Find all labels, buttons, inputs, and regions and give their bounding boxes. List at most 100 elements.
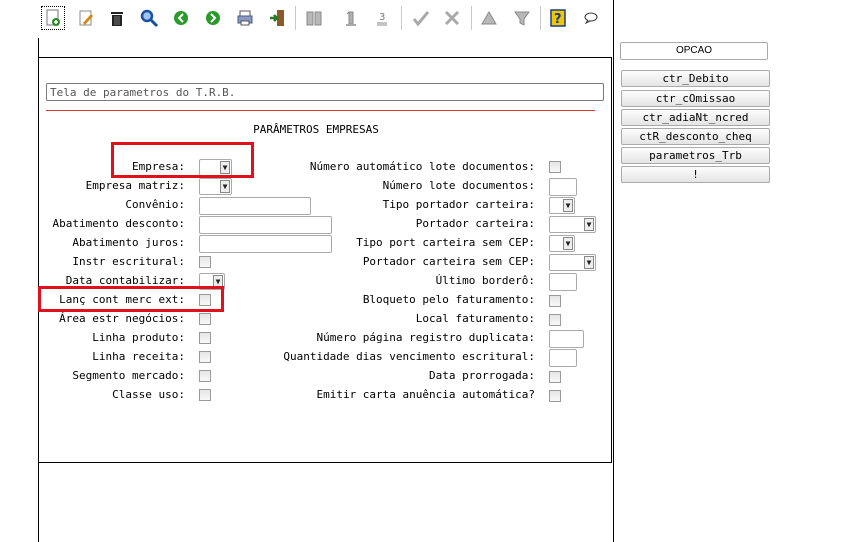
label-tipo-port-carteira-sem-cep: Tipo port carteira sem CEP: (356, 236, 535, 249)
data-prorrogada-checkbox[interactable] (549, 371, 561, 383)
option-ctr-debito-button[interactable]: ctr_Debito (621, 70, 770, 87)
emitir-carta-anuencia-checkbox[interactable] (549, 390, 561, 402)
linha-receita-checkbox[interactable] (199, 351, 211, 363)
segmento-mercado-checkbox[interactable] (199, 370, 211, 382)
help-button[interactable]: ? (546, 6, 570, 30)
toolbar-separator (471, 6, 472, 30)
edit-button[interactable] (74, 6, 98, 30)
label-convenio: Convênio: (125, 198, 185, 211)
label-segmento-mercado: Segmento mercado: (72, 369, 185, 382)
label-tipo-portador-carteira: Tipo portador carteira: (382, 198, 535, 211)
back-button[interactable] (169, 6, 193, 30)
label-data-prorrogada: Data prorrogada: (429, 369, 535, 382)
exit-icon (270, 10, 284, 26)
edit-icon (79, 10, 93, 26)
portador-carteira-combo[interactable]: ▼ (549, 216, 596, 233)
empresa-matriz-combo[interactable]: ▼ (199, 178, 232, 195)
label-portador-carteira: Portador carteira: (415, 217, 535, 230)
numero-automatico-lote-checkbox[interactable] (549, 161, 561, 173)
label-quantidade-dias-vencimento: Quantidade dias vencimento escritural: (283, 350, 535, 363)
classe-uso-checkbox[interactable] (199, 389, 211, 401)
highlight-empresa (111, 142, 254, 178)
ultimo-bordero-field[interactable] (549, 273, 577, 291)
title-divider (46, 110, 595, 111)
first-button[interactable] (339, 6, 363, 30)
label-empresa-matriz: Empresa matriz: (85, 179, 185, 192)
numero-lote-field[interactable] (549, 178, 577, 196)
label-portador-carteira-sem-cep: Portador carteira sem CEP: (362, 255, 535, 268)
label-classe-uso: Classe uso: (112, 388, 185, 401)
tipo-port-carteira-sem-cep-combo[interactable]: ▼ (549, 235, 575, 252)
search-button[interactable] (137, 6, 161, 30)
option-exclamation-button[interactable]: ! (621, 166, 770, 183)
delete-button[interactable] (105, 6, 129, 30)
section-title: PARÂMETROS EMPRESAS (253, 123, 379, 136)
first-icon (346, 11, 356, 26)
print-icon (237, 10, 253, 26)
check-icon (412, 11, 430, 27)
chat-icon (584, 12, 598, 25)
exit-button[interactable] (265, 6, 289, 30)
label-numero-lote: Número lote documentos: (382, 179, 535, 192)
toolbar-separator (540, 6, 541, 30)
label-local-faturamento: Local faturamento: (415, 312, 535, 325)
linha-produto-checkbox[interactable] (199, 332, 211, 344)
forward-icon (206, 11, 220, 25)
toolbar-separator (401, 6, 402, 30)
screen-title-field[interactable] (46, 83, 604, 101)
label-numero-automatico-lote: Número automático lote documentos: (309, 160, 535, 173)
chevron-down-icon[interactable]: ▼ (584, 218, 594, 231)
svg-text:3: 3 (379, 12, 385, 23)
label-area-estr-negocios: Área estr negócios: (59, 312, 185, 325)
filter-icon (514, 11, 530, 26)
highlight-lanc-cont-merc-ext (38, 286, 224, 312)
forward-button[interactable] (201, 6, 225, 30)
tools-icon (444, 10, 460, 26)
back-icon (174, 11, 188, 25)
window-border-right (613, 0, 614, 542)
label-numero-pagina-registro: Número página registro duplicata: (316, 331, 535, 344)
new-icon (46, 9, 60, 26)
label-instr-escritural: Instr escritural: (72, 255, 185, 268)
chevron-down-icon[interactable]: ▼ (584, 256, 594, 269)
label-linha-receita: Linha receita: (92, 350, 185, 363)
help-icon: ? (550, 9, 566, 27)
label-linha-produto: Linha produto: (92, 331, 185, 344)
option-parametros-trb-button[interactable]: parametros_Trb (621, 147, 770, 164)
book-button[interactable] (302, 6, 326, 30)
print-button[interactable] (233, 6, 257, 30)
chevron-down-icon[interactable]: ▼ (563, 199, 573, 212)
triangle-up-icon (481, 11, 497, 25)
chevron-down-icon[interactable]: ▼ (220, 180, 230, 193)
option-ctr-comissao-button[interactable]: ctr_cOmissao (621, 90, 770, 107)
numero-pagina-registro-field[interactable] (549, 330, 584, 348)
tipo-portador-carteira-combo[interactable]: ▼ (549, 197, 575, 214)
triangle-button[interactable] (477, 6, 501, 30)
option-ctr-adiant-ncred-button[interactable]: ctr_adiaNt_ncred (621, 109, 770, 126)
chat-button[interactable] (579, 6, 603, 30)
toolbar-separator (295, 6, 296, 30)
area-estr-negocios-checkbox[interactable] (199, 313, 211, 325)
toolbar: 3 ? (0, 0, 614, 37)
filter-button[interactable] (510, 6, 534, 30)
local-faturamento-checkbox[interactable] (549, 314, 561, 326)
list-icon: 3 (377, 12, 387, 26)
label-abatimento-desconto: Abatimento desconto: (52, 217, 185, 230)
label-bloqueto-faturamento: Bloqueto pelo faturamento: (362, 293, 535, 306)
search-icon (140, 9, 159, 28)
delete-icon (111, 12, 123, 26)
option-ctr-desconto-cheq-button[interactable]: ctR_desconto_cheq (621, 128, 770, 145)
option-header: OPCAO (620, 42, 768, 60)
portador-carteira-sem-cep-combo[interactable]: ▼ (549, 254, 596, 271)
chevron-down-icon[interactable]: ▼ (563, 237, 573, 250)
svg-text:?: ? (554, 12, 562, 27)
check-button[interactable] (409, 6, 433, 30)
new-record-button[interactable] (41, 6, 65, 30)
tools-button[interactable] (440, 6, 464, 30)
list-button[interactable]: 3 (370, 6, 394, 30)
instr-escritural-checkbox[interactable] (199, 256, 211, 268)
bloqueto-faturamento-checkbox[interactable] (549, 295, 561, 307)
label-ultimo-bordero: Último borderô: (435, 274, 535, 287)
quantidade-dias-vencimento-field[interactable] (549, 349, 577, 367)
label-abatimento-juros: Abatimento juros: (72, 236, 185, 249)
